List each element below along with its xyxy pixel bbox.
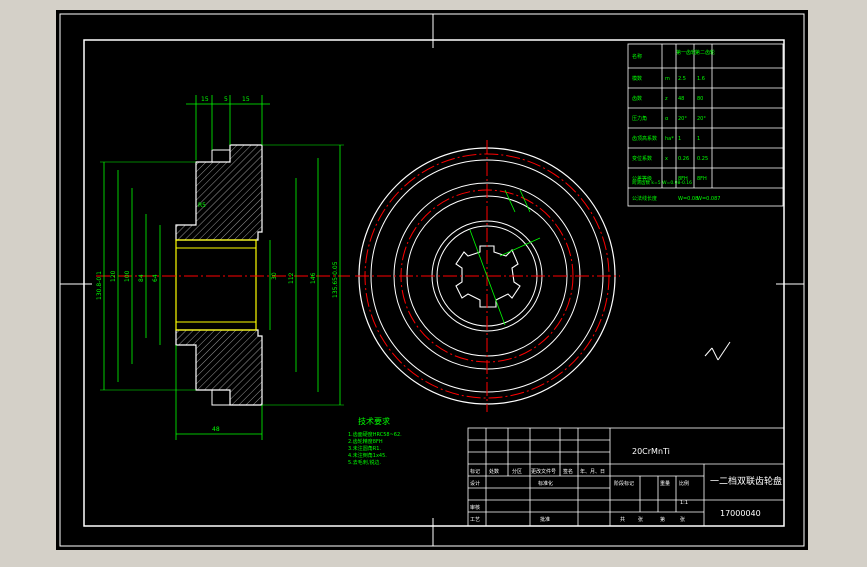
gear-table-cell: W=0.087	[697, 196, 720, 202]
gear-table-cell: 0.26	[678, 156, 689, 162]
gear-table-cell: 公法线长度	[632, 195, 657, 202]
gear-header-cell: 第一齿轮	[676, 49, 696, 56]
gear-table-cell: 20°	[697, 116, 706, 122]
tb-header-cell: 处数	[489, 468, 499, 475]
tb-scale-value: 1:1	[680, 500, 688, 506]
dim-left-1: 130.8-0.1	[96, 271, 103, 300]
gear-table-cell: 20°	[678, 116, 687, 122]
dim-bottom-width: 48	[212, 426, 220, 433]
drawing-number-text: 17000040	[720, 509, 761, 518]
tb-role-standardization: 标准化	[538, 480, 553, 487]
gear-table-cell: 模数	[632, 75, 642, 82]
gear-table-cell: 80	[697, 96, 703, 102]
gear-table-cell: 齿数	[632, 95, 642, 102]
dim-right-1: 30	[271, 272, 278, 280]
tech-req-line: 1.齿面硬度HRC58~62.	[348, 431, 402, 438]
dim-top-1: 15	[201, 96, 209, 103]
tb-role-review: 审核	[470, 504, 480, 511]
gear-table-cell: 1	[678, 136, 681, 142]
gear-table-cell: 压力角	[632, 115, 647, 122]
tb-role-process: 工艺	[470, 517, 480, 523]
tb-weight-label: 重量	[660, 480, 670, 487]
gear-table-cell: 2.5	[678, 76, 686, 82]
tech-req-line: 2.齿轮精度8FH	[348, 438, 383, 445]
gear-table-cell: W=0.08	[678, 196, 698, 202]
tb-header-cell: 签名	[563, 468, 573, 475]
gear-table-cell: 48	[678, 96, 684, 102]
tb-header-cell: 年、月、日	[580, 468, 605, 475]
tb-header-cell: 更改文件号	[531, 468, 556, 475]
tb-sheet-label: 张	[638, 516, 643, 523]
tb-role-design: 设计	[470, 480, 480, 487]
cad-viewport[interactable]: 15 5 15 48 R5 130.8-0.1 120 100 84 64 30…	[0, 0, 867, 562]
gear-header-cell: 名称	[632, 53, 642, 60]
tb-stage-label: 阶段标记	[614, 480, 634, 487]
gear-table-cell: 齿顶高系数	[632, 135, 657, 142]
drawing-canvas: 15 5 15 48 R5 130.8-0.1 120 100 84 64 30…	[56, 10, 808, 550]
dim-top-3: 15	[242, 96, 250, 103]
tb-scale-label: 比例	[679, 480, 689, 487]
gear-table-cell: 变位系数	[632, 155, 652, 162]
gear-table-cell: 1.6	[697, 76, 705, 82]
tb-role-approval: 批准	[540, 516, 550, 523]
dim-left-5: 64	[152, 274, 159, 282]
gear-table-cell: z	[665, 96, 668, 102]
tech-req-line: 4.未注倒角1x45.	[348, 452, 387, 459]
gear-header-cell: 第二齿轮	[695, 49, 715, 56]
tb-sheet-label: 第	[660, 516, 665, 523]
part-name-text: 一二档双联齿轮盘	[710, 475, 782, 487]
dim-left-3: 100	[124, 270, 131, 282]
tb-sheet-label: 张	[680, 516, 685, 523]
tb-header-cell: 标记	[470, 468, 480, 475]
gear-table-cell: ha*	[665, 136, 674, 142]
tb-sheet-label: 共	[620, 516, 625, 523]
gear-table-cell: m	[665, 76, 670, 82]
dim-left-4: 84	[138, 274, 145, 282]
gear-footnote: 跨测齿数 k=5 W=0.08-0.16	[632, 179, 692, 186]
dim-left-2: 120	[110, 270, 117, 282]
gear-table-cell: 8FH	[697, 176, 707, 182]
gear-table-cell: 0.25	[697, 156, 708, 162]
tech-req-line: 5.去毛刺,锐边.	[348, 459, 381, 466]
material-text: 20CrMnTi	[632, 447, 670, 456]
tb-header-cell: 分区	[512, 468, 522, 475]
tech-req-line: 3.未注圆角R1.	[348, 445, 381, 452]
dim-top-2: 5	[224, 96, 228, 103]
gear-table-cell: 1	[697, 136, 700, 142]
dim-right-2: 112	[288, 272, 295, 284]
gear-table-cell: x	[665, 156, 668, 162]
tech-req-title: 技术要求	[358, 416, 390, 426]
dim-right-3: 146	[310, 272, 317, 284]
dim-right-4: 135.65-0.05	[332, 261, 339, 298]
dim-radius: R5	[198, 202, 206, 209]
